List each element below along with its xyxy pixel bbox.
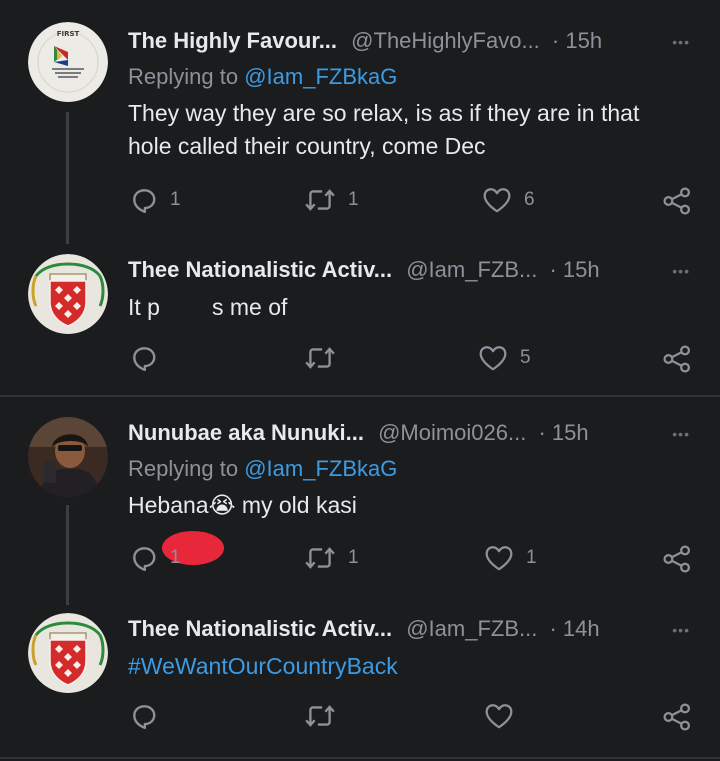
tweet-header: The Highly Favour... @TheHighlyFavo... ·… [128,28,694,54]
share-button[interactable] [662,344,692,374]
more-horizontal-icon[interactable]: ••• [672,34,690,50]
like-count: 5 [520,347,531,368]
profile-photo [28,417,108,497]
reply-bubble-icon [130,186,158,214]
tweet-text-end: s me of [211,294,288,320]
retweet-icon [304,544,336,572]
tweet-actions [128,702,694,732]
share-button[interactable] [662,186,692,216]
reply-button[interactable]: 1 [130,544,181,572]
reply-bubble-icon [130,344,158,372]
avatar[interactable] [28,613,108,693]
tweet-divider [0,757,720,759]
heart-icon [482,186,512,214]
handle[interactable]: @Moimoi026... [378,420,526,445]
tweet-1[interactable]: FIRST The Highly Favour... @TheHighlyFav… [0,0,720,245]
timestamp[interactable]: · 15h [538,420,588,445]
reply-count: 1 [170,547,181,568]
display-name[interactable]: Thee Nationalistic Activ... [128,257,392,282]
reply-count: 1 [170,189,181,210]
replying-to-prefix: Replying to [128,456,239,481]
timestamp[interactable]: · 14h [549,616,599,641]
retweet-icon [304,186,336,214]
replying-to: Replying to @Iam_FZBkaG [128,64,397,90]
tweet-4[interactable]: Thee Nationalistic Activ... @Iam_FZB... … [0,607,720,757]
timestamp[interactable]: · 15h [552,28,602,53]
retweet-button[interactable]: 1 [304,544,359,572]
replying-to-prefix: Replying to [128,64,239,89]
tweet-text: It p s me of [128,291,688,324]
reply-button[interactable] [130,702,158,730]
tweet-actions: 1 1 1 [128,544,694,574]
display-name[interactable]: Thee Nationalistic Activ... [128,616,392,641]
retweet-button[interactable] [304,702,336,730]
share-button[interactable] [662,702,692,732]
svg-text:FIRST: FIRST [57,30,80,38]
like-button[interactable]: 1 [484,544,537,572]
replying-to-mention[interactable]: @Iam_FZBkaG [244,64,397,89]
retweet-icon [304,344,336,372]
tweet-text: They way they are so relax, is as if the… [128,100,640,159]
thread-line [66,112,69,244]
tweet-header: Nunubae aka Nunuki... @Moimoi026... · 15… [128,420,694,446]
heart-icon [478,344,508,372]
more-horizontal-icon[interactable]: ••• [672,426,690,442]
handle[interactable]: @TheHighlyFavo... [351,28,540,53]
reply-button[interactable] [130,344,158,372]
more-horizontal-icon[interactable]: ••• [672,263,690,279]
more-horizontal-icon[interactable]: ••• [672,622,690,638]
display-name[interactable]: Nunubae aka Nunuki... [128,420,364,445]
heart-icon [484,544,514,572]
tweet-text-end: my old kasi [235,492,357,518]
avatar[interactable] [28,254,108,334]
share-icon [662,186,692,216]
tweet-2[interactable]: Thee Nationalistic Activ... @Iam_FZB... … [0,245,720,565]
freeman-coat-of-arms-icon [28,254,108,334]
like-button[interactable]: 5 [478,344,531,372]
like-count: 1 [526,547,537,568]
freeman-coat-of-arms-icon [28,613,108,693]
crying-face-emoji: 😭 [208,492,236,518]
tweet-header: Thee Nationalistic Activ... @Iam_FZB... … [128,257,694,283]
share-icon [662,702,692,732]
like-count: 6 [524,189,535,210]
share-icon [662,344,692,374]
tweet-actions: 1 1 6 [128,186,694,216]
handle[interactable]: @Iam_FZB... [406,616,537,641]
retweet-count: 1 [348,547,359,568]
tweet-3[interactable]: Nunubae aka Nunuki... @Moimoi026... · 15… [0,397,720,607]
put-south-africans-first-logo-icon: FIRST [28,22,108,102]
timestamp[interactable]: · 15h [549,257,599,282]
retweet-icon [304,702,336,730]
retweet-count: 1 [348,189,359,210]
replying-to: Replying to @Iam_FZBkaG [128,456,397,482]
heart-icon [484,702,514,730]
avatar[interactable]: FIRST [28,22,108,102]
reply-button[interactable]: 1 [130,186,181,214]
avatar[interactable] [28,417,108,497]
retweet-button[interactable]: 1 [304,186,359,214]
replying-to-mention[interactable]: @Iam_FZBkaG [244,456,397,481]
reply-bubble-icon [130,702,158,730]
tweet-text-start: Hebana [128,492,209,518]
tweet-text-start: It p [128,294,160,320]
reply-bubble-icon [130,544,158,572]
retweet-button[interactable] [304,344,336,372]
like-button[interactable] [484,702,514,730]
thread-line [66,505,69,605]
tweet-text: Hebana😭 my old kasi [128,489,688,522]
tweet-header: Thee Nationalistic Activ... @Iam_FZB... … [128,616,694,642]
handle[interactable]: @Iam_FZB... [406,257,537,282]
hashtag-link[interactable]: #WeWantOurCountryBack [128,650,688,683]
like-button[interactable]: 6 [482,186,535,214]
share-button[interactable] [662,544,692,574]
tweet-actions: 5 [128,344,694,374]
display-name[interactable]: The Highly Favour... [128,28,337,53]
share-icon [662,544,692,574]
tweet-divider [0,395,720,397]
